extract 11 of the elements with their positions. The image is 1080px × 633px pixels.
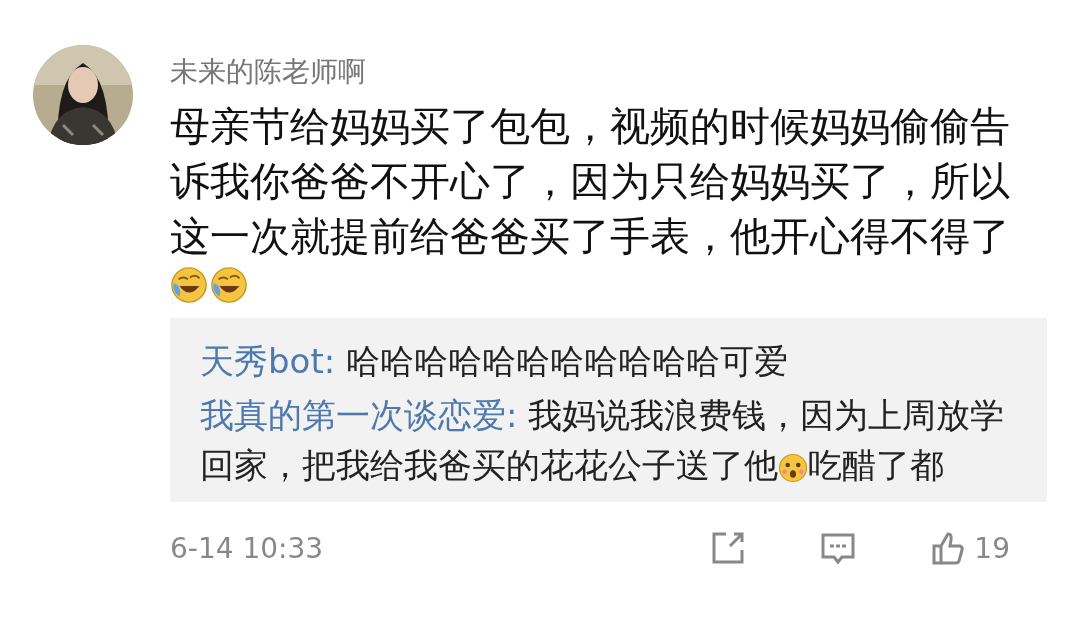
reply-username[interactable]: 我真的第一次谈恋爱: bbox=[200, 395, 518, 435]
shocked-emoji-icon bbox=[778, 452, 808, 483]
comment-text: 母亲节给妈妈买了包包，视频的时候妈妈偷偷告诉我你爸爸不开心了，因为只给妈妈买了，所以这一次就提前给爸爸买了手表，他开心得不得了 bbox=[170, 102, 1011, 261]
like-button[interactable]: 19 bbox=[928, 528, 1010, 568]
reply-text: 天秀bot: 哈哈哈哈哈哈哈哈哈哈哈可爱 bbox=[200, 340, 789, 383]
laughing-crying-emoji-icon bbox=[170, 266, 208, 304]
reply-username[interactable]: 天秀bot: bbox=[200, 341, 336, 381]
laughing-crying-emoji-icon bbox=[210, 266, 248, 304]
timestamp: 6-14 10:33 bbox=[170, 531, 325, 565]
username[interactable]: 未来的陈老师啊 bbox=[170, 53, 1050, 91]
reply-text: 我真的第一次谈恋爱: 我妈说我浪费钱，因为上周放学回家，把我给我爸买的花花公子送了他 吃醋了都 bbox=[200, 394, 1006, 487]
